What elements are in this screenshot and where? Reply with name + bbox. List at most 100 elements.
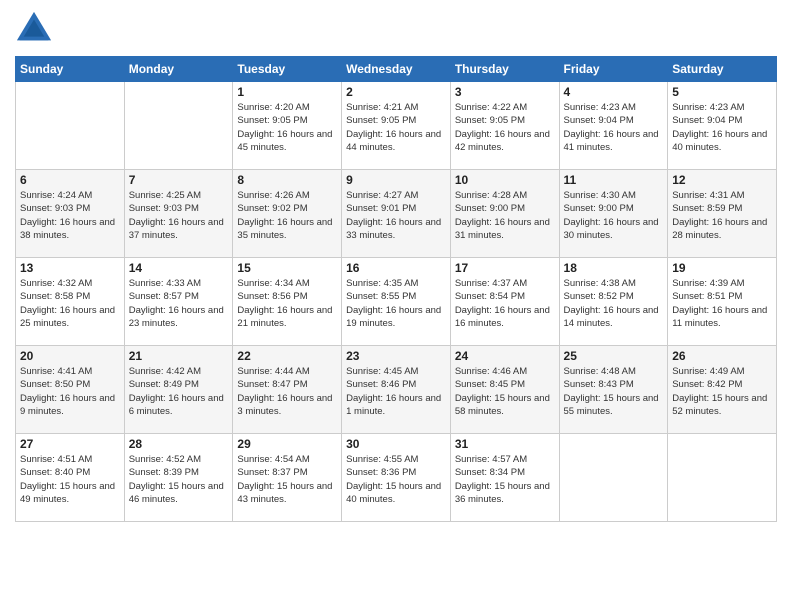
day-info: Sunrise: 4:26 AM Sunset: 9:02 PM Dayligh… [237,189,337,242]
day-number: 2 [346,85,446,99]
day-number: 25 [564,349,664,363]
calendar-cell: 19 Sunrise: 4:39 AM Sunset: 8:51 PM Dayli… [668,258,777,346]
day-number: 4 [564,85,664,99]
calendar-cell: 17 Sunrise: 4:37 AM Sunset: 8:54 PM Dayli… [450,258,559,346]
day-number: 12 [672,173,772,187]
day-info: Sunrise: 4:51 AM Sunset: 8:40 PM Dayligh… [20,453,120,506]
day-info: Sunrise: 4:28 AM Sunset: 9:00 PM Dayligh… [455,189,555,242]
weekday-header: Sunday [16,57,125,82]
calendar-cell: 10Sunrise: 4:28 AM Sunset: 9:00 PM Dayli… [450,170,559,258]
weekday-header: Tuesday [233,57,342,82]
day-number: 17 [455,261,555,275]
day-number: 16 [346,261,446,275]
calendar-cell [124,82,233,170]
calendar-cell: 30 Sunrise: 4:55 AM Sunset: 8:36 PM Dayli… [342,434,451,522]
calendar-cell: 15Sunrise: 4:34 AM Sunset: 8:56 PM Dayli… [233,258,342,346]
day-info: Sunrise: 4:52 AM Sunset: 8:39 PM Dayligh… [129,453,229,506]
day-number: 1 [237,85,337,99]
day-number: 28 [129,437,229,451]
calendar-cell: 28 Sunrise: 4:52 AM Sunset: 8:39 PM Dayli… [124,434,233,522]
day-number: 15 [237,261,337,275]
calendar: SundayMondayTuesdayWednesdayThursdayFrid… [15,56,777,522]
calendar-week-row: 13 Sunrise: 4:32 AM Sunset: 8:58 PM Dayli… [16,258,777,346]
day-number: 19 [672,261,772,275]
calendar-cell: 20 Sunrise: 4:41 AM Sunset: 8:50 PM Dayli… [16,346,125,434]
day-info: Sunrise: 4:37 AM Sunset: 8:54 PM Dayligh… [455,277,555,330]
day-number: 20 [20,349,120,363]
day-number: 11 [564,173,664,187]
calendar-cell: 13 Sunrise: 4:32 AM Sunset: 8:58 PM Dayli… [16,258,125,346]
day-info: Sunrise: 4:33 AM Sunset: 8:57 PM Dayligh… [129,277,229,330]
weekday-header: Thursday [450,57,559,82]
day-info: Sunrise: 4:41 AM Sunset: 8:50 PM Dayligh… [20,365,120,418]
day-info: Sunrise: 4:48 AM Sunset: 8:43 PM Dayligh… [564,365,664,418]
day-number: 27 [20,437,120,451]
day-info: Sunrise: 4:45 AM Sunset: 8:46 PM Dayligh… [346,365,446,418]
calendar-cell: 16 Sunrise: 4:35 AM Sunset: 8:55 PM Dayli… [342,258,451,346]
day-number: 21 [129,349,229,363]
calendar-cell: 29Sunrise: 4:54 AM Sunset: 8:37 PM Dayli… [233,434,342,522]
calendar-cell: 26 Sunrise: 4:49 AM Sunset: 8:42 PM Dayli… [668,346,777,434]
calendar-week-row: 20 Sunrise: 4:41 AM Sunset: 8:50 PM Dayli… [16,346,777,434]
calendar-week-row: 6Sunrise: 4:24 AM Sunset: 9:03 PM Daylig… [16,170,777,258]
calendar-cell: 7Sunrise: 4:25 AM Sunset: 9:03 PM Daylig… [124,170,233,258]
day-number: 29 [237,437,337,451]
day-number: 24 [455,349,555,363]
day-number: 23 [346,349,446,363]
calendar-cell: 5 Sunrise: 4:23 AM Sunset: 9:04 PM Daylig… [668,82,777,170]
weekday-header: Wednesday [342,57,451,82]
day-info: Sunrise: 4:31 AM Sunset: 8:59 PM Dayligh… [672,189,772,242]
calendar-week-row: 27 Sunrise: 4:51 AM Sunset: 8:40 PM Dayli… [16,434,777,522]
calendar-cell [559,434,668,522]
day-info: Sunrise: 4:55 AM Sunset: 8:36 PM Dayligh… [346,453,446,506]
day-info: Sunrise: 4:44 AM Sunset: 8:47 PM Dayligh… [237,365,337,418]
day-info: Sunrise: 4:46 AM Sunset: 8:45 PM Dayligh… [455,365,555,418]
calendar-week-row: 1 Sunrise: 4:20 AM Sunset: 9:05 PM Daylig… [16,82,777,170]
day-info: Sunrise: 4:32 AM Sunset: 8:58 PM Dayligh… [20,277,120,330]
day-number: 26 [672,349,772,363]
logo [15,10,57,48]
day-info: Sunrise: 4:30 AM Sunset: 9:00 PM Dayligh… [564,189,664,242]
day-info: Sunrise: 4:27 AM Sunset: 9:01 PM Dayligh… [346,189,446,242]
calendar-cell: 4 Sunrise: 4:23 AM Sunset: 9:04 PM Daylig… [559,82,668,170]
calendar-cell: 18Sunrise: 4:38 AM Sunset: 8:52 PM Dayli… [559,258,668,346]
day-info: Sunrise: 4:21 AM Sunset: 9:05 PM Dayligh… [346,101,446,154]
calendar-cell: 2 Sunrise: 4:21 AM Sunset: 9:05 PM Daylig… [342,82,451,170]
day-info: Sunrise: 4:42 AM Sunset: 8:49 PM Dayligh… [129,365,229,418]
calendar-cell: 24 Sunrise: 4:46 AM Sunset: 8:45 PM Dayli… [450,346,559,434]
calendar-cell: 25 Sunrise: 4:48 AM Sunset: 8:43 PM Dayli… [559,346,668,434]
day-number: 5 [672,85,772,99]
weekday-header: Monday [124,57,233,82]
day-number: 30 [346,437,446,451]
calendar-cell: 21 Sunrise: 4:42 AM Sunset: 8:49 PM Dayli… [124,346,233,434]
day-info: Sunrise: 4:23 AM Sunset: 9:04 PM Dayligh… [672,101,772,154]
calendar-cell: 14 Sunrise: 4:33 AM Sunset: 8:57 PM Dayli… [124,258,233,346]
day-number: 13 [20,261,120,275]
header [15,10,777,48]
weekday-header: Friday [559,57,668,82]
day-info: Sunrise: 4:20 AM Sunset: 9:05 PM Dayligh… [237,101,337,154]
day-info: Sunrise: 4:57 AM Sunset: 8:34 PM Dayligh… [455,453,555,506]
calendar-cell: 23 Sunrise: 4:45 AM Sunset: 8:46 PM Dayli… [342,346,451,434]
calendar-cell: 27 Sunrise: 4:51 AM Sunset: 8:40 PM Dayli… [16,434,125,522]
day-info: Sunrise: 4:39 AM Sunset: 8:51 PM Dayligh… [672,277,772,330]
day-number: 9 [346,173,446,187]
calendar-cell [16,82,125,170]
day-info: Sunrise: 4:35 AM Sunset: 8:55 PM Dayligh… [346,277,446,330]
calendar-cell [668,434,777,522]
page: SundayMondayTuesdayWednesdayThursdayFrid… [0,0,792,612]
calendar-cell: 8 Sunrise: 4:26 AM Sunset: 9:02 PM Daylig… [233,170,342,258]
day-number: 8 [237,173,337,187]
calendar-cell: 11 Sunrise: 4:30 AM Sunset: 9:00 PM Dayli… [559,170,668,258]
calendar-cell: 6Sunrise: 4:24 AM Sunset: 9:03 PM Daylig… [16,170,125,258]
day-number: 22 [237,349,337,363]
day-info: Sunrise: 4:22 AM Sunset: 9:05 PM Dayligh… [455,101,555,154]
day-number: 31 [455,437,555,451]
day-number: 7 [129,173,229,187]
day-info: Sunrise: 4:23 AM Sunset: 9:04 PM Dayligh… [564,101,664,154]
day-number: 14 [129,261,229,275]
day-info: Sunrise: 4:49 AM Sunset: 8:42 PM Dayligh… [672,365,772,418]
day-info: Sunrise: 4:38 AM Sunset: 8:52 PM Dayligh… [564,277,664,330]
calendar-cell: 3Sunrise: 4:22 AM Sunset: 9:05 PM Daylig… [450,82,559,170]
calendar-cell: 9 Sunrise: 4:27 AM Sunset: 9:01 PM Daylig… [342,170,451,258]
